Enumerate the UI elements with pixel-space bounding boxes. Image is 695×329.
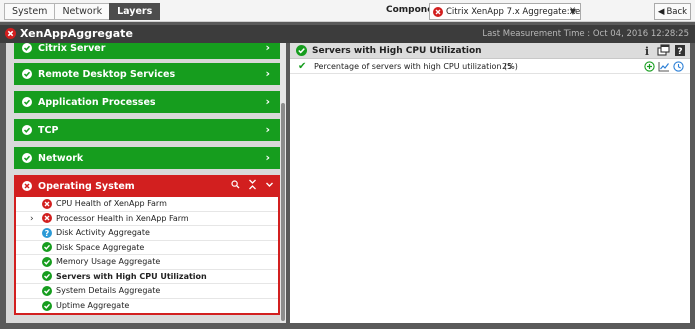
ok-icon	[42, 256, 52, 267]
measure-row: ✔ Percentage of servers with high CPU ut…	[290, 60, 690, 74]
ok-icon	[22, 43, 32, 53]
list-item[interactable]: Disk Space Aggregate	[16, 241, 278, 255]
svg-text:i: i	[645, 45, 649, 57]
layer-citrix-server[interactable]: Citrix Server ›	[14, 43, 280, 59]
svg-text:?: ?	[45, 229, 50, 238]
component-select[interactable]: Citrix XenApp 7.x Aggregate:XenA ▼	[429, 3, 581, 20]
test-label: Memory Usage Aggregate	[56, 257, 161, 267]
chevron-right-icon: ›	[265, 67, 270, 80]
graph-icon[interactable]	[658, 61, 670, 74]
top-toolbar: System Network Layers Component Citrix X…	[0, 0, 695, 22]
test-label: CPU Health of XenApp Farm	[56, 199, 167, 209]
add-threshold-icon[interactable]	[644, 61, 655, 74]
test-panel-header: Servers with High CPU Utilization i ?	[290, 43, 690, 59]
layer-panel: Citrix Server › Remote Desktop Services …	[6, 43, 284, 323]
ok-icon	[22, 97, 32, 107]
tab-layers[interactable]: Layers	[109, 3, 161, 20]
svg-text:?: ?	[677, 47, 682, 57]
layer-label: Application Processes	[38, 96, 156, 108]
test-label: Disk Space Aggregate	[56, 242, 145, 252]
list-item[interactable]: ? Disk Activity Aggregate	[16, 226, 278, 241]
list-item[interactable]: CPU Health of XenApp Farm	[16, 197, 278, 212]
test-label: Processor Health in XenApp Farm	[56, 213, 189, 223]
ok-icon	[42, 271, 52, 282]
layer-label: Operating System	[38, 180, 135, 192]
last-measurement-time: Last Measurement Time : Oct 04, 2016 12:…	[482, 29, 689, 39]
layer-panel-scrollbar[interactable]	[280, 43, 286, 323]
layer-application-processes[interactable]: Application Processes ›	[14, 91, 280, 113]
list-item[interactable]: › Processor Health in XenApp Farm	[16, 212, 278, 226]
chevron-right-icon: ›	[265, 95, 270, 108]
ok-icon	[22, 153, 32, 163]
tab-network[interactable]: Network	[54, 3, 111, 20]
chevron-right-icon: ›	[265, 151, 270, 164]
layer-label: Network	[38, 152, 84, 164]
layer-operating-system[interactable]: Operating System	[14, 175, 280, 197]
back-button-label: Back	[666, 6, 688, 17]
layer-label: TCP	[38, 124, 59, 136]
list-item[interactable]: Uptime Aggregate	[16, 299, 278, 314]
ok-icon	[296, 45, 307, 56]
chevron-right-icon[interactable]: ›	[30, 214, 34, 224]
ok-icon	[22, 125, 32, 135]
chevron-down-icon: ▼	[569, 7, 576, 16]
unknown-icon: ?	[42, 227, 52, 238]
ok-icon	[42, 285, 52, 296]
test-panel-title: Servers with High CPU Utilization	[312, 45, 482, 56]
test-label: Uptime Aggregate	[56, 301, 130, 311]
chevron-right-icon: ›	[265, 43, 270, 54]
layer-label: Citrix Server	[38, 43, 106, 54]
test-label: Disk Activity Aggregate	[56, 228, 150, 238]
measure-value: 25	[502, 62, 513, 71]
back-arrow-icon: ◀	[657, 6, 665, 17]
ok-check-icon: ✔	[298, 61, 307, 72]
layer-remote-desktop-services[interactable]: Remote Desktop Services ›	[14, 63, 280, 85]
ok-icon	[42, 242, 52, 253]
history-icon[interactable]	[673, 61, 684, 74]
component-select-value: Citrix XenApp 7.x Aggregate:XenA	[446, 6, 581, 17]
chevron-right-icon: ›	[265, 123, 270, 136]
chevron-down-icon[interactable]	[265, 180, 274, 192]
help-icon[interactable]: ?	[674, 44, 686, 60]
page-title: XenAppAggregate	[20, 27, 133, 40]
tab-system[interactable]: System	[4, 3, 56, 20]
component-header: XenAppAggregate Last Measurement Time : …	[0, 25, 695, 43]
layer-network[interactable]: Network ›	[14, 147, 280, 169]
critical-icon	[22, 181, 32, 191]
collapse-all-icon[interactable]	[248, 179, 257, 193]
test-label: Servers with High CPU Utilization	[56, 271, 207, 281]
critical-icon	[5, 28, 16, 39]
back-button[interactable]: ◀ Back	[654, 3, 691, 20]
list-item-selected[interactable]: Servers with High CPU Utilization	[16, 270, 278, 284]
layer-tcp[interactable]: TCP ›	[14, 119, 280, 141]
test-details-panel: Servers with High CPU Utilization i ? ✔ …	[290, 43, 690, 323]
layer-label: Remote Desktop Services	[38, 68, 176, 80]
scrollbar-thumb[interactable]	[281, 103, 285, 321]
critical-icon	[42, 213, 52, 224]
test-label: System Details Aggregate	[56, 286, 161, 296]
search-icon[interactable]	[231, 180, 240, 192]
detach-window-icon[interactable]	[657, 44, 670, 60]
critical-icon	[433, 6, 443, 17]
test-list: CPU Health of XenApp Farm › Processor He…	[14, 197, 280, 315]
measure-description: Percentage of servers with high CPU util…	[314, 62, 518, 71]
info-icon[interactable]: i	[641, 44, 653, 60]
critical-icon	[42, 198, 52, 209]
list-item[interactable]: System Details Aggregate	[16, 284, 278, 299]
ok-icon	[22, 69, 32, 79]
ok-icon	[42, 300, 52, 311]
list-item[interactable]: Memory Usage Aggregate	[16, 255, 278, 270]
view-tabs: System Network Layers	[4, 3, 161, 20]
